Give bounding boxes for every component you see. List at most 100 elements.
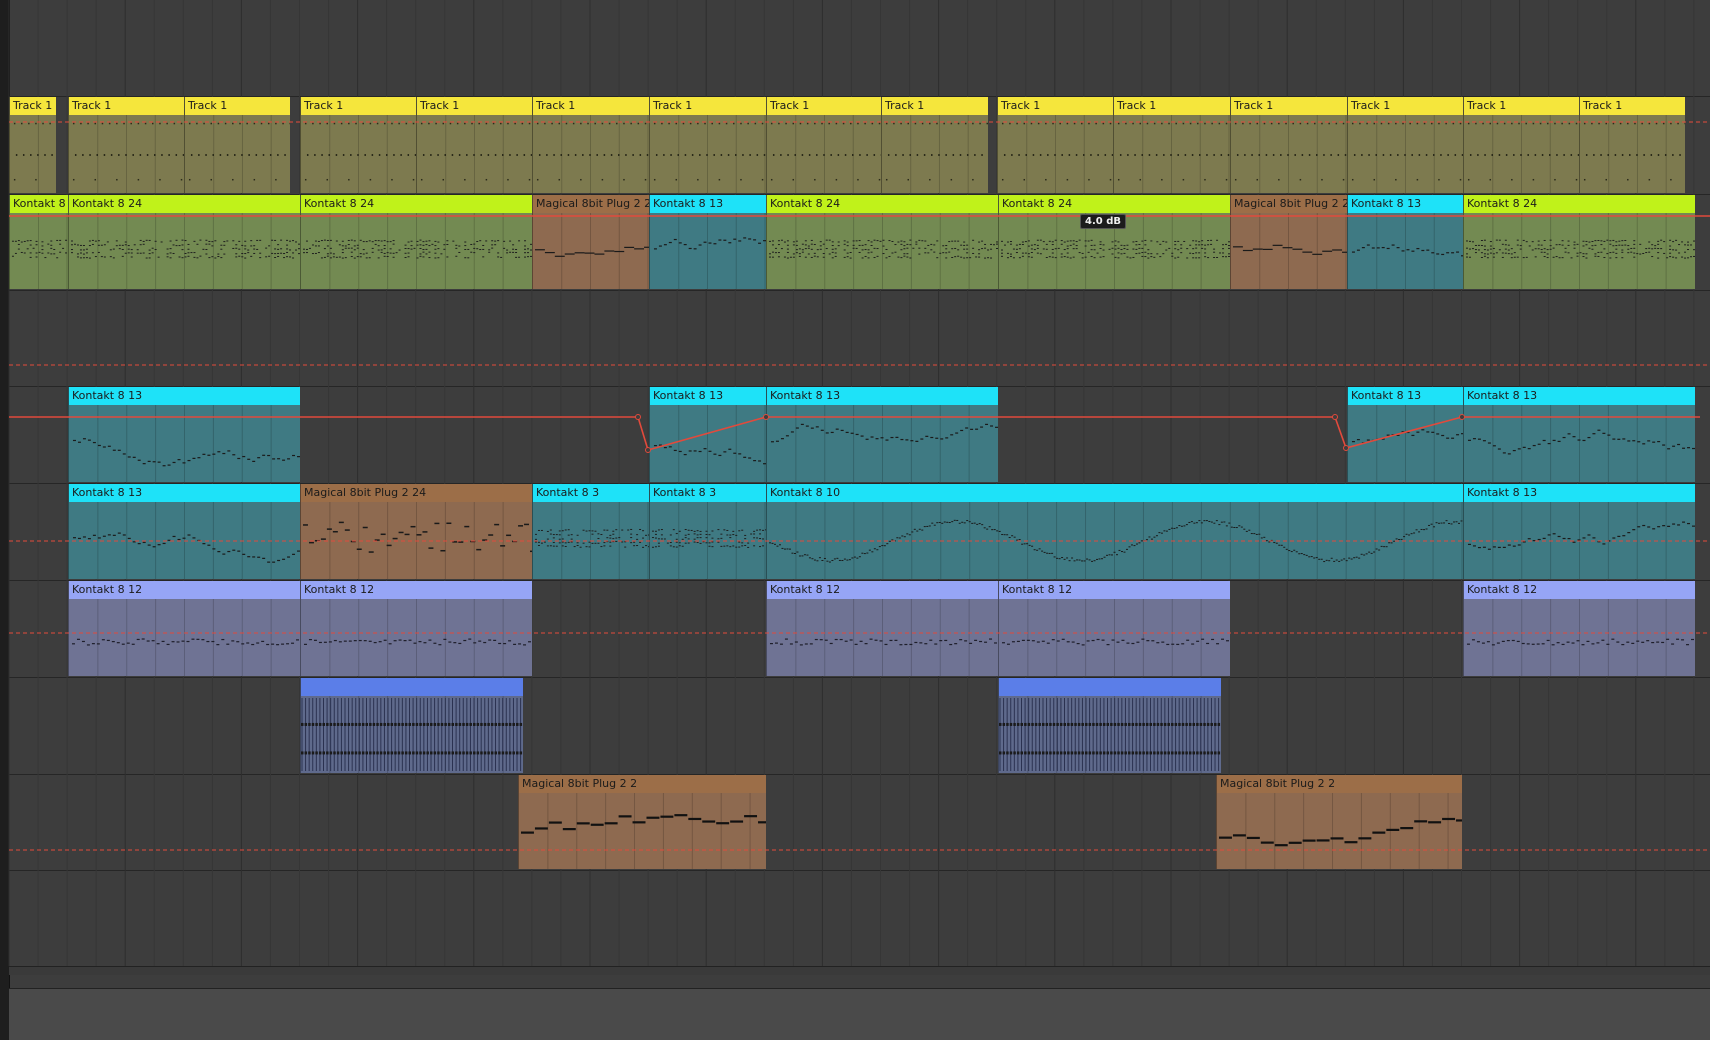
midi-clip[interactable]: Track 1 <box>416 97 532 193</box>
clip-title[interactable] <box>301 678 523 696</box>
midi-clip[interactable]: Track 1 <box>184 97 290 193</box>
note-display <box>420 115 532 193</box>
midi-clip[interactable]: Kontakt 8 10 <box>766 484 1463 579</box>
clip-title[interactable]: Kontakt 8 24 <box>69 195 300 213</box>
midi-clip[interactable]: Kontakt 8 24 <box>68 195 300 289</box>
clip-title[interactable]: Track 1 <box>1114 97 1230 115</box>
clip-title[interactable]: Track 1 <box>417 97 532 115</box>
clip-title[interactable]: Kontakt 8 10 <box>767 484 1463 502</box>
midi-clip[interactable]: Track 1 <box>1463 97 1579 193</box>
clip-title[interactable]: Track 1 <box>185 97 290 115</box>
midi-clip[interactable]: Kontakt 8 12 <box>766 581 998 676</box>
clip-title[interactable]: Kontakt 8 13 <box>650 195 766 213</box>
track-lane[interactable] <box>9 290 1710 387</box>
clip-title[interactable]: Kontakt 8 13 <box>1348 195 1463 213</box>
clip-title[interactable]: Kontakt 8 12 <box>999 581 1230 599</box>
midi-clip[interactable]: Kontakt 8 13 <box>1463 484 1695 579</box>
clip-title[interactable]: Track 1 <box>69 97 184 115</box>
midi-clip[interactable]: Track 1 <box>9 97 56 193</box>
track-lane[interactable] <box>9 870 1710 967</box>
midi-clip[interactable]: Track 1 <box>68 97 184 193</box>
midi-clip[interactable]: Track 1 <box>1113 97 1230 193</box>
midi-clip[interactable]: Kontakt 8 13 <box>766 387 998 482</box>
midi-clip[interactable]: Track 1 <box>881 97 988 193</box>
clip-title[interactable]: Track 1 <box>1348 97 1463 115</box>
clip-title[interactable]: Kontakt 8 13 <box>69 387 300 405</box>
midi-clip[interactable]: Kontakt 8 12 <box>68 581 300 676</box>
clip-title[interactable]: Kontakt 8 24 <box>767 195 998 213</box>
clip-title[interactable]: Kontakt 8 13 <box>1464 484 1695 502</box>
clip-title[interactable]: Track 1 <box>1580 97 1685 115</box>
midi-clip[interactable]: Magical 8bit Plug 2 2 <box>532 195 649 289</box>
midi-clip[interactable]: Kontakt 8 12 <box>998 581 1230 676</box>
note-display <box>72 115 184 193</box>
midi-clip[interactable]: Magical 8bit Plug 2 2 <box>1216 775 1462 869</box>
midi-clip[interactable]: Track 1 <box>1230 97 1347 193</box>
midi-clip[interactable]: Magical 8bit Plug 2 24 <box>300 484 532 579</box>
clip-title[interactable]: Kontakt 8 24 <box>301 195 532 213</box>
drum-clip[interactable] <box>998 678 1221 773</box>
clip-title[interactable]: Kontakt 8 3 <box>533 484 649 502</box>
midi-clip[interactable]: Kontakt 8 12 <box>1463 581 1695 676</box>
midi-clip[interactable]: Kontakt 8 24 <box>300 195 532 289</box>
clip-title[interactable]: Track 1 <box>10 97 56 115</box>
clip-title[interactable]: Track 1 <box>650 97 766 115</box>
midi-clip[interactable]: Kontakt 8 3 <box>532 484 649 579</box>
clip-notes <box>767 213 998 289</box>
midi-clip[interactable]: Kontakt 8 <box>9 195 68 289</box>
clip-title[interactable]: Kontakt 8 3 <box>650 484 766 502</box>
clip-notes <box>882 115 988 193</box>
midi-clip[interactable]: Track 1 <box>997 97 1113 193</box>
clip-title[interactable]: Track 1 <box>998 97 1113 115</box>
clip-title[interactable]: Kontakt 8 12 <box>69 581 300 599</box>
midi-clip[interactable]: Kontakt 8 12 <box>300 581 532 676</box>
clip-title[interactable]: Magical 8bit Plug 2 24 <box>301 484 532 502</box>
midi-clip[interactable]: Magical 8bit Plug 2 2 <box>518 775 766 869</box>
midi-clip[interactable]: Kontakt 8 24 <box>766 195 998 289</box>
midi-clip[interactable]: Kontakt 8 13 <box>649 387 766 482</box>
midi-clip[interactable]: Kontakt 8 13 <box>68 387 300 482</box>
midi-clip[interactable]: Kontakt 8 24 <box>998 195 1230 289</box>
drum-clip[interactable] <box>300 678 523 773</box>
midi-clip[interactable]: Track 1 <box>1579 97 1685 193</box>
clip-title[interactable]: Kontakt 8 12 <box>1464 581 1695 599</box>
clip-notes <box>533 115 649 193</box>
clip-title[interactable]: Kontakt 8 <box>10 195 68 213</box>
clip-title[interactable]: Kontakt 8 13 <box>650 387 766 405</box>
clip-title[interactable]: Kontakt 8 12 <box>301 581 532 599</box>
midi-clip[interactable]: Kontakt 8 24 <box>1463 195 1695 289</box>
midi-clip[interactable]: Track 1 <box>766 97 881 193</box>
clip-title[interactable]: Magical 8bit Plug 2 2 <box>519 775 766 793</box>
midi-clip[interactable]: Track 1 <box>532 97 649 193</box>
midi-clip[interactable]: Track 1 <box>300 97 416 193</box>
clip-title[interactable]: Magical 8bit Plug 2 2 <box>1217 775 1462 793</box>
midi-clip[interactable]: Magical 8bit Plug 2 2 <box>1230 195 1347 289</box>
clip-title[interactable]: Kontakt 8 13 <box>1464 387 1695 405</box>
clip-title[interactable]: Kontakt 8 13 <box>1348 387 1463 405</box>
clip-title[interactable]: Kontakt 8 13 <box>767 387 998 405</box>
clip-title[interactable] <box>999 678 1221 696</box>
midi-clip[interactable]: Kontakt 8 13 <box>1347 195 1463 289</box>
clip-title[interactable]: Kontakt 8 24 <box>1464 195 1695 213</box>
midi-clip[interactable]: Kontakt 8 13 <box>1463 387 1695 482</box>
track-lane[interactable] <box>9 677 1710 775</box>
midi-clip[interactable]: Kontakt 8 13 <box>68 484 300 579</box>
clip-title[interactable]: Magical 8bit Plug 2 2 <box>533 195 649 213</box>
midi-clip[interactable]: Track 1 <box>1347 97 1463 193</box>
clip-title[interactable]: Track 1 <box>767 97 881 115</box>
clip-title[interactable]: Track 1 <box>882 97 988 115</box>
clip-notes <box>301 696 523 773</box>
midi-clip[interactable]: Track 1 <box>649 97 766 193</box>
clip-title[interactable]: Kontakt 8 24 <box>999 195 1230 213</box>
midi-clip[interactable]: Kontakt 8 13 <box>1347 387 1463 482</box>
clip-title[interactable]: Kontakt 8 12 <box>767 581 998 599</box>
clip-title[interactable]: Track 1 <box>301 97 416 115</box>
midi-clip[interactable]: Kontakt 8 13 <box>649 195 766 289</box>
arrangement-view[interactable]: Track 1 Track 1 Track 1 Track 1 Track 1 Track… <box>0 0 1710 1040</box>
clip-title[interactable]: Magical 8bit Plug 2 2 <box>1231 195 1347 213</box>
clip-title[interactable]: Kontakt 8 13 <box>69 484 300 502</box>
midi-clip[interactable]: Kontakt 8 3 <box>649 484 766 579</box>
clip-title[interactable]: Track 1 <box>533 97 649 115</box>
clip-title[interactable]: Track 1 <box>1464 97 1579 115</box>
clip-title[interactable]: Track 1 <box>1231 97 1347 115</box>
